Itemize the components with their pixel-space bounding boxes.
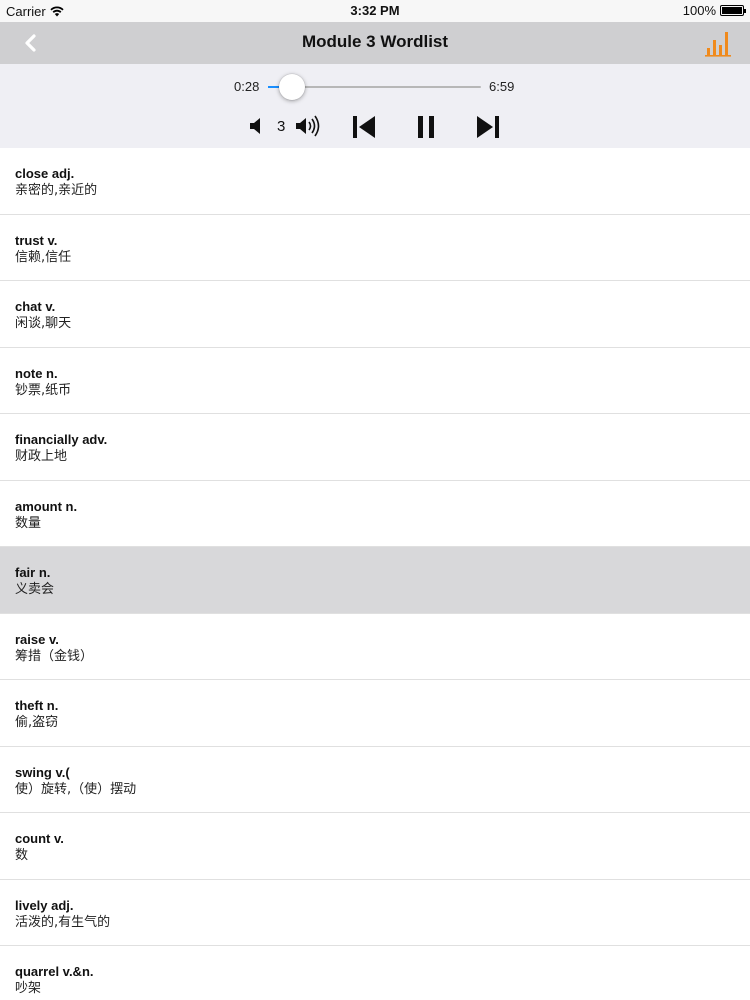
skip-forward-icon	[477, 116, 499, 138]
current-time: 0:28	[234, 79, 260, 94]
bar-chart-icon	[705, 32, 731, 57]
word-row[interactable]: financially adv. 财政上地	[0, 414, 750, 481]
word-term: note n.	[15, 365, 58, 381]
word-definition: 闲谈,聊天	[15, 316, 72, 331]
pause-button[interactable]	[414, 114, 438, 140]
word-row[interactable]: fair n. 义卖会	[0, 547, 750, 614]
word-row[interactable]: theft n. 偷,盗窃	[0, 680, 750, 747]
word-list: close adj. 亲密的,亲近的 trust v. 信赖,信任 chat v. 闲谈,…	[0, 148, 750, 1000]
word-term: amount n.	[15, 498, 78, 514]
word-row[interactable]: raise v. 筹措（金钱）	[0, 613, 750, 680]
speaker-icon	[250, 118, 260, 134]
word-row[interactable]: count v. 数	[0, 813, 750, 880]
word-term: chat v.	[15, 299, 56, 314]
next-track-button[interactable]	[475, 114, 501, 140]
word-row[interactable]: close adj. 亲密的,亲近的	[0, 148, 750, 215]
speaker-loud-icon	[296, 115, 320, 137]
battery-icon	[720, 5, 746, 16]
word-term: theft n.	[15, 698, 59, 713]
word-definition: 信赖,信任	[15, 249, 72, 265]
progress-slider[interactable]	[268, 74, 481, 100]
word-term: raise v.	[15, 631, 59, 647]
status-bar: Carrier 3:32 PM 100%	[0, 0, 750, 22]
word-row[interactable]: note n. 钞票,纸币	[0, 347, 750, 414]
progress-thumb[interactable]	[279, 74, 305, 100]
word-definition: 义卖会	[15, 582, 55, 597]
word-term: financially adv.	[15, 432, 108, 447]
word-term: trust v.	[15, 232, 58, 248]
word-row[interactable]: chat v. 闲谈,聊天	[0, 281, 750, 348]
previous-track-button[interactable]	[351, 114, 377, 140]
word-row[interactable]: lively adj. 活泼的,有生气的	[0, 879, 750, 946]
page-title: Module 3 Wordlist	[301, 32, 449, 51]
word-term: swing v.(	[15, 764, 70, 780]
clock: 3:32 PM	[350, 3, 400, 18]
word-definition: 活泼的,有生气的	[15, 914, 111, 930]
volume-up-button[interactable]	[295, 114, 325, 138]
word-term: count v.	[15, 831, 64, 846]
word-definition: 财政上地	[15, 449, 68, 464]
word-term: fair n.	[15, 565, 51, 580]
chevron-left-icon	[25, 34, 36, 52]
word-row[interactable]: amount n. 数量	[0, 480, 750, 547]
word-definition: 筹措（金钱）	[15, 648, 94, 664]
pause-icon	[418, 116, 434, 138]
battery-info: 100%	[682, 3, 746, 18]
word-row[interactable]: trust v. 信赖,信任	[0, 214, 750, 281]
word-definition: 钞票,纸币	[15, 382, 72, 398]
battery-percent: 100%	[682, 3, 716, 18]
navigation-bar: Module 3 Wordlist	[0, 22, 750, 64]
word-definition: 使）旋转,（使）摆动	[15, 781, 137, 797]
word-definition: 亲密的,亲近的	[15, 183, 98, 198]
back-button[interactable]	[18, 30, 46, 56]
word-definition: 数量	[15, 515, 42, 531]
word-definition: 吵架	[15, 981, 42, 996]
word-definition: 数	[15, 848, 29, 863]
total-time: 6:59	[489, 79, 515, 94]
progress-fill	[268, 86, 279, 88]
word-term: quarrel v.&n.	[15, 964, 94, 979]
word-row[interactable]: quarrel v.&n. 吵架	[0, 946, 750, 1000]
word-definition: 偷,盗窃	[15, 715, 59, 730]
word-term: close adj.	[15, 166, 75, 181]
volume-level: 3	[277, 118, 286, 135]
word-row[interactable]: swing v.(使）旋转,（使）摆动	[0, 746, 750, 813]
audio-player: 0:28 6:59 3	[0, 64, 750, 148]
stats-button[interactable]	[704, 28, 734, 58]
word-term: lively adj.	[15, 897, 74, 913]
skip-back-icon	[353, 116, 375, 138]
volume-down-button[interactable]	[248, 116, 266, 136]
